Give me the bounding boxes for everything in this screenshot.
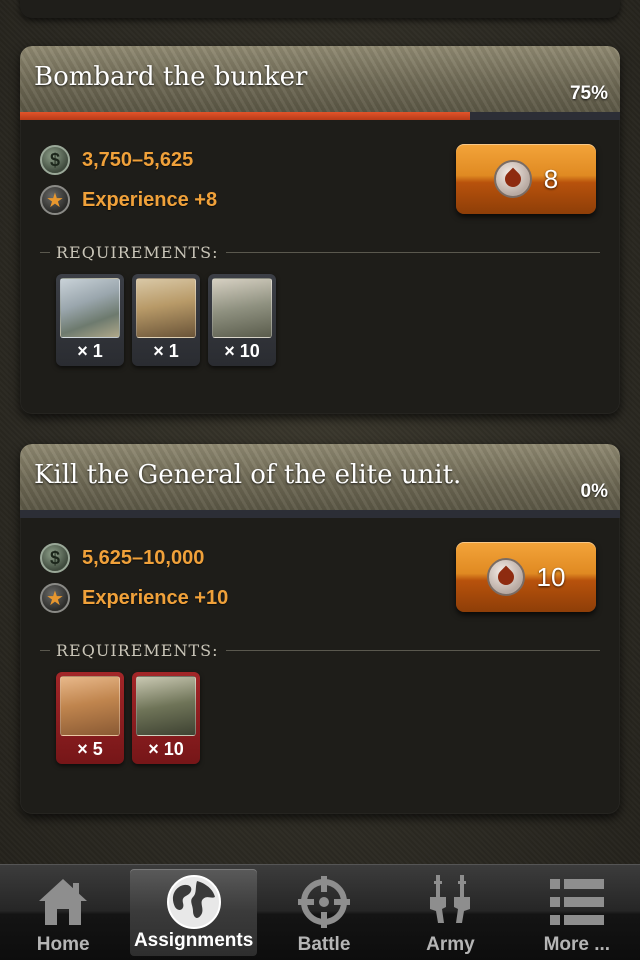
assignment-progress-bar bbox=[20, 112, 620, 120]
assignment-percent: 0% bbox=[580, 481, 608, 502]
crosshair-icon bbox=[292, 873, 356, 931]
dollar-coin-icon: $ bbox=[40, 145, 70, 175]
assignment-progress-fill bbox=[20, 112, 470, 120]
tab-label: Home bbox=[36, 934, 90, 955]
tab-label: Army bbox=[426, 934, 475, 955]
rifles-icon bbox=[418, 873, 482, 931]
requirement-item-truck[interactable]: × 1 bbox=[132, 274, 200, 366]
requirement-qty: × 1 bbox=[77, 341, 103, 361]
assignment-percent: 75% bbox=[569, 83, 608, 104]
requirement-item-militia[interactable]: × 10 bbox=[132, 672, 200, 764]
armored-truck-thumbnail bbox=[136, 278, 196, 338]
experience-reward: ★ Experience +10 bbox=[40, 582, 228, 614]
tab-label: More ... bbox=[543, 934, 611, 955]
experience-reward: ★ Experience +8 bbox=[40, 184, 217, 216]
requirement-item-soldiers[interactable]: × 10 bbox=[208, 274, 276, 366]
assignment-progress-bar bbox=[20, 510, 620, 518]
assignment-card-bombard: Bombard the bunker 75% $ 3,750–5,625 ★ E… bbox=[20, 46, 620, 414]
do-assignment-button[interactable]: 8 bbox=[456, 144, 596, 214]
requirements-label: REQUIREMENTS: bbox=[56, 242, 219, 262]
energy-cost: 8 bbox=[543, 163, 559, 194]
assignment-header: Kill the General of the elite unit. 0% bbox=[20, 444, 620, 510]
requirements-divider: REQUIREMENTS: bbox=[40, 242, 600, 262]
money-reward: $ 3,750–5,625 bbox=[40, 144, 193, 176]
requirement-qty: × 10 bbox=[224, 341, 260, 361]
globe-icon bbox=[162, 873, 226, 931]
requirement-qty: × 10 bbox=[148, 739, 184, 759]
requirement-item-jets[interactable]: × 1 bbox=[56, 274, 124, 366]
star-icon: ★ bbox=[40, 583, 70, 613]
assignment-title: Bombard the bunker bbox=[34, 62, 308, 92]
money-reward: $ 5,625–10,000 bbox=[40, 542, 204, 574]
tab-home[interactable]: Home bbox=[0, 865, 126, 960]
previous-card-bottom bbox=[20, 0, 620, 18]
assignment-card-kill-general: Kill the General of the elite unit. 0% $… bbox=[20, 444, 620, 814]
requirements-divider: REQUIREMENTS: bbox=[40, 640, 600, 660]
star-icon: ★ bbox=[40, 185, 70, 215]
assignment-header: Bombard the bunker 75% bbox=[20, 46, 620, 112]
militia-thumbnail bbox=[136, 676, 196, 736]
tab-label: Assignments bbox=[133, 930, 254, 951]
home-icon bbox=[31, 873, 95, 931]
tab-army[interactable]: Army bbox=[387, 865, 513, 960]
soldiers-thumbnail bbox=[212, 278, 272, 338]
energy-drop-icon bbox=[486, 558, 525, 596]
list-icon bbox=[545, 873, 609, 931]
experience-text: Experience +10 bbox=[82, 586, 229, 609]
money-range: 3,750–5,625 bbox=[82, 148, 194, 171]
money-range: 5,625–10,000 bbox=[82, 546, 205, 569]
requirements-list: × 5 × 10 bbox=[56, 672, 208, 764]
requirements-label: REQUIREMENTS: bbox=[56, 640, 219, 660]
tab-battle[interactable]: Battle bbox=[261, 865, 387, 960]
tab-assignments[interactable]: Assignments bbox=[130, 869, 257, 956]
experience-text: Experience +8 bbox=[82, 188, 218, 211]
dollar-coin-icon: $ bbox=[40, 543, 70, 573]
tab-label: Battle bbox=[297, 934, 351, 955]
fighter-jets-thumbnail bbox=[60, 278, 120, 338]
requirement-qty: × 1 bbox=[153, 341, 179, 361]
requirements-list: × 1 × 1 × 10 bbox=[56, 274, 284, 366]
jeep-thumbnail bbox=[60, 676, 120, 736]
energy-cost: 10 bbox=[536, 561, 566, 592]
requirement-item-jeep[interactable]: × 5 bbox=[56, 672, 124, 764]
tab-more[interactable]: More ... bbox=[514, 865, 640, 960]
assignment-title: Kill the General of the elite unit. bbox=[34, 460, 462, 490]
energy-drop-icon bbox=[493, 160, 532, 198]
requirement-qty: × 5 bbox=[77, 739, 103, 759]
tab-bar: Home Assignments Battle Army More ... bbox=[0, 864, 640, 960]
do-assignment-button[interactable]: 10 bbox=[456, 542, 596, 612]
